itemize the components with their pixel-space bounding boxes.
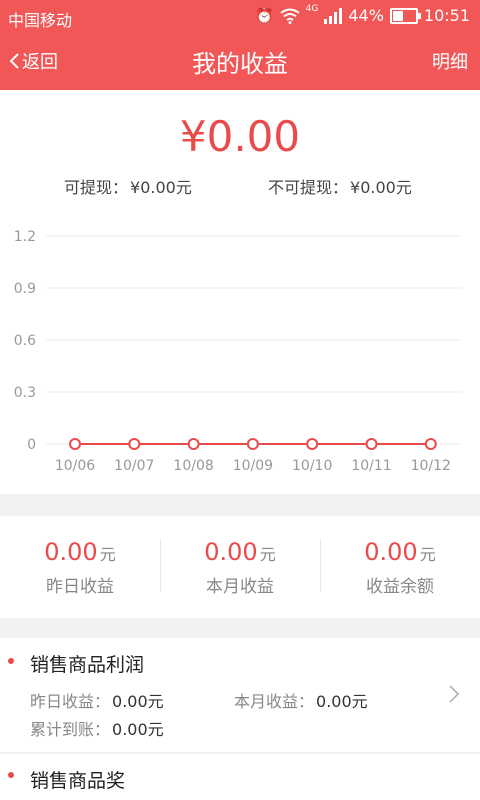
month-value: 0.00元	[316, 692, 368, 711]
x-tick-label: 10/08	[173, 458, 213, 474]
stat-label: 昨日收益	[46, 577, 114, 597]
x-tick-label: 10/06	[55, 458, 95, 474]
section-title: 销售商品利润	[30, 654, 145, 676]
bullet-dot	[8, 772, 14, 778]
data-point	[187, 438, 200, 450]
total-value: 0.00元	[112, 720, 164, 739]
month-row: 本月收益： 0.00元	[234, 688, 368, 712]
total-row: 累计到账： 0.00元	[30, 716, 164, 740]
back-button[interactable]: 返回	[8, 48, 58, 74]
bullet-dot	[8, 658, 14, 664]
non-withdrawable: 不可提现： ¥0.00元	[266, 174, 412, 198]
withdrawable-label: 可提现：	[64, 178, 129, 197]
stat-unit: 元	[259, 545, 276, 564]
stat-unit: 元	[99, 545, 116, 564]
stat-label: 收益余额	[366, 577, 434, 597]
data-point	[424, 438, 437, 450]
data-point	[69, 438, 81, 450]
alarm-icon: ⏰	[254, 6, 274, 25]
clock: 10:51	[423, 6, 470, 25]
data-point	[246, 438, 259, 450]
section-title: 销售商品奖	[30, 770, 126, 792]
network-type: 4G	[305, 3, 319, 14]
yesterday-value: 0.00元	[112, 692, 164, 711]
page-title: 我的收益	[192, 50, 288, 78]
data-point	[306, 438, 319, 450]
data-point	[365, 438, 378, 450]
x-tick-label: 10/09	[233, 458, 273, 474]
stat-value: 0.00	[204, 538, 258, 566]
stats-row: 0.00 元 昨日收益 0.00 元 本月收益 0.00 元 收益余额	[0, 516, 480, 618]
nav-bar: 返回 我的收益 明细	[0, 34, 480, 86]
stat-month: 0.00 元 本月收益	[160, 516, 320, 618]
battery-level-fill	[392, 10, 404, 21]
section-sales-profit[interactable]: 销售商品利润 昨日收益： 0.00元 本月收益： 0.00元 累计到账： 0.00元	[0, 638, 480, 752]
stat-value: 0.00	[44, 538, 98, 566]
back-label: 返回	[22, 52, 58, 73]
section-sales-reward[interactable]: 销售商品奖	[0, 754, 480, 800]
total-label: 累计到账：	[30, 720, 111, 739]
earnings-summary: ¥0.00 可提现： ¥0.00元 不可提现： ¥0.00元 1.2 0.9 0.6 0.…	[0, 90, 480, 494]
y-tick-label: 0.3	[14, 385, 36, 401]
non-withdrawable-value: ¥0.00元	[350, 178, 412, 197]
withdrawable-value: ¥0.00元	[130, 178, 192, 197]
withdrawable: 可提现： ¥0.00元	[62, 174, 192, 198]
app-header: 中国移动 ⏰ 4G 44% 10:51 返回 我的收益 明细	[0, 0, 480, 90]
total-amount: ¥0.00	[179, 112, 301, 161]
x-tick-label: 10/10	[292, 458, 332, 474]
carrier-name: 中国移动	[8, 11, 73, 30]
month-label: 本月收益：	[234, 692, 315, 711]
x-tick-label: 10/12	[411, 458, 451, 474]
stat-value: 0.00	[364, 538, 418, 566]
stat-label: 本月收益	[206, 577, 274, 597]
x-tick-label: 10/07	[114, 458, 154, 474]
status-icons: ⏰ 4G 44% 10:51	[254, 3, 470, 26]
stat-yesterday: 0.00 元 昨日收益	[0, 516, 160, 618]
detail-button[interactable]: 明细	[432, 48, 468, 74]
data-point	[128, 438, 141, 450]
signal-icon	[324, 7, 343, 24]
yesterday-row: 昨日收益： 0.00元	[30, 688, 164, 712]
earnings-line-chart: 1.2 0.9 0.6 0.3 0 10/06 10/07 10/08 10/09 10/10 10…	[14, 229, 462, 474]
y-tick-label: 0.9	[14, 281, 36, 297]
battery-icon	[389, 7, 421, 24]
chevron-left-icon	[9, 53, 19, 69]
yesterday-label: 昨日收益：	[30, 692, 111, 711]
x-tick-label: 10/11	[351, 458, 391, 474]
y-tick-label: 1.2	[14, 229, 36, 245]
stat-unit: 元	[419, 545, 436, 564]
chevron-right-icon	[449, 685, 460, 703]
stat-balance: 0.00 元 收益余额	[320, 516, 480, 618]
y-tick-label: 0	[27, 437, 36, 453]
battery-percent: 44%	[348, 6, 384, 25]
wifi-icon	[280, 8, 300, 24]
y-tick-label: 0.6	[14, 333, 36, 349]
non-withdrawable-label: 不可提现：	[268, 178, 349, 197]
status-bar: 中国移动 ⏰ 4G 44% 10:51	[0, 0, 480, 32]
